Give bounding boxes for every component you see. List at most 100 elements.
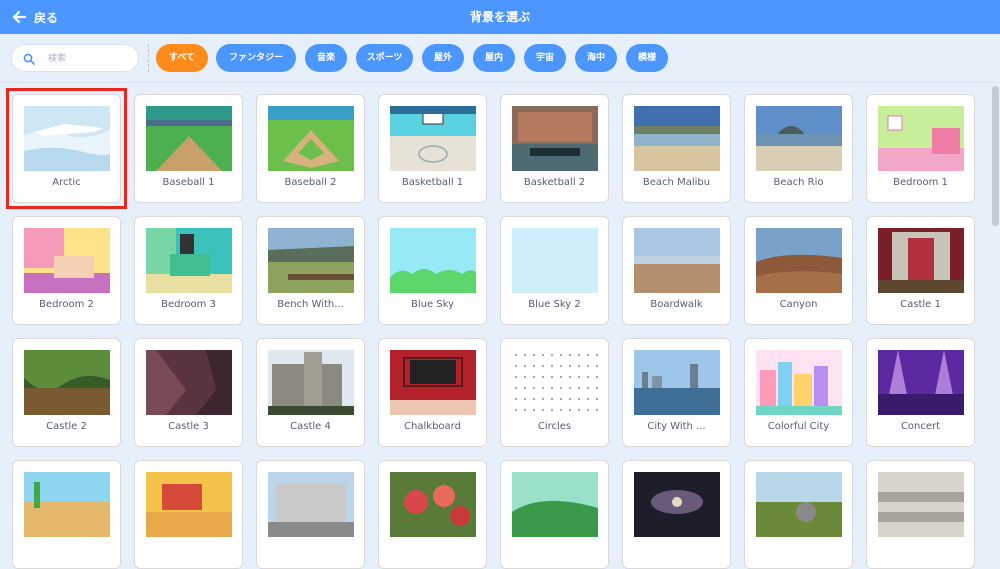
backdrop-thumbnail — [268, 106, 354, 171]
backdrop-thumbnail — [146, 228, 232, 293]
back-button[interactable]: 戻る — [12, 0, 58, 34]
backdrop-card[interactable] — [378, 460, 487, 569]
backdrop-card[interactable]: Chalkboard — [378, 338, 487, 447]
backdrop-card[interactable] — [500, 460, 609, 569]
backdrop-thumbnail — [24, 106, 110, 171]
backdrop-card[interactable]: City With ... — [622, 338, 731, 447]
backdrop-thumbnail — [634, 106, 720, 171]
backdrop-label: Circles — [537, 421, 572, 432]
backdrop-card[interactable] — [12, 460, 121, 569]
backdrop-thumbnail — [390, 228, 476, 293]
backdrop-card[interactable] — [622, 460, 731, 569]
backdrop-thumbnail — [756, 228, 842, 293]
backdrop-thumbnail — [878, 472, 964, 537]
backdrop-label: Chalkboard — [404, 421, 461, 432]
backdrop-label: City With ... — [647, 421, 706, 432]
backdrop-thumbnail — [146, 106, 232, 171]
backdrop-thumbnail — [512, 350, 598, 415]
backdrop-card[interactable]: Canyon — [744, 216, 853, 325]
backdrop-label: Beach Rio — [773, 177, 824, 188]
backdrop-card[interactable]: Circles — [500, 338, 609, 447]
backdrop-thumbnail — [634, 228, 720, 293]
tag-button[interactable]: すべて — [156, 44, 208, 72]
backdrop-card[interactable]: Castle 3 — [134, 338, 243, 447]
backdrop-card[interactable]: Beach Rio — [744, 94, 853, 203]
top-bar: 戻る 背景を選ぶ — [0, 0, 1000, 34]
backdrop-grid: Arctic Baseball 1 Baseball 2 Basketball 1 Ba… — [0, 83, 990, 569]
backdrop-thumbnail — [634, 350, 720, 415]
backdrop-card[interactable]: Castle 2 — [12, 338, 121, 447]
backdrop-card[interactable] — [256, 460, 365, 569]
backdrop-label: Castle 3 — [168, 421, 209, 432]
tag-button[interactable]: スポーツ — [356, 44, 413, 72]
backdrop-label: Beach Malibu — [642, 177, 711, 188]
backdrop-label: Baseball 1 — [162, 177, 215, 188]
backdrop-label: Boardwalk — [650, 299, 703, 310]
backdrop-label: Blue Sky — [410, 299, 454, 310]
backdrop-card[interactable]: Beach Malibu — [622, 94, 731, 203]
backdrop-thumbnail — [146, 472, 232, 537]
backdrop-card[interactable]: Bench With... — [256, 216, 365, 325]
backdrop-card[interactable]: Baseball 2 — [256, 94, 365, 203]
backdrop-thumbnail — [390, 350, 476, 415]
backdrop-thumbnail — [756, 350, 842, 415]
backdrop-label: Concert — [900, 421, 941, 432]
search-box[interactable] — [11, 44, 139, 72]
backdrop-thumbnail — [24, 472, 110, 537]
backdrop-card[interactable]: Colorful City — [744, 338, 853, 447]
tag-button[interactable]: 海中 — [575, 44, 617, 72]
backdrop-card[interactable]: Basketball 1 — [378, 94, 487, 203]
search-input[interactable] — [46, 49, 138, 69]
tag-button[interactable]: 屋内 — [473, 44, 515, 72]
backdrop-thumbnail — [512, 228, 598, 293]
arrow-left-icon — [12, 10, 26, 24]
filter-bar: すべてファンタジー音楽スポーツ屋外屋内宇宙海中模様 — [0, 34, 1000, 83]
backdrop-thumbnail — [512, 472, 598, 537]
backdrop-card[interactable]: Baseball 1 — [134, 94, 243, 203]
tag-button[interactable]: 宇宙 — [524, 44, 566, 72]
backdrop-label: Bedroom 3 — [161, 299, 216, 310]
backdrop-label: Basketball 1 — [401, 177, 464, 188]
tag-button[interactable]: ファンタジー — [216, 44, 296, 72]
backdrop-thumbnail — [878, 350, 964, 415]
backdrop-label: Basketball 2 — [523, 177, 586, 188]
backdrop-thumbnail — [268, 228, 354, 293]
backdrop-thumbnail — [390, 106, 476, 171]
backdrop-card[interactable] — [866, 460, 975, 569]
backdrop-label: Bedroom 1 — [893, 177, 948, 188]
backdrop-thumbnail — [878, 228, 964, 293]
backdrop-card[interactable]: Concert — [866, 338, 975, 447]
backdrop-card[interactable] — [134, 460, 243, 569]
backdrop-thumbnail — [634, 472, 720, 537]
filter-divider — [148, 44, 150, 72]
backdrop-thumbnail — [756, 472, 842, 537]
search-icon — [23, 53, 35, 65]
backdrop-label: Castle 1 — [900, 299, 941, 310]
backdrop-label: Baseball 2 — [284, 177, 337, 188]
backdrop-label: Bench With... — [277, 299, 344, 310]
backdrop-card[interactable]: Basketball 2 — [500, 94, 609, 203]
backdrop-card[interactable]: Blue Sky 2 — [500, 216, 609, 325]
tag-button[interactable]: 模様 — [626, 44, 668, 72]
scrollbar-thumb[interactable] — [992, 86, 999, 226]
backdrop-thumbnail — [878, 106, 964, 171]
backdrop-label: Blue Sky 2 — [528, 299, 581, 310]
backdrop-thumbnail — [146, 350, 232, 415]
backdrop-card[interactable]: Blue Sky — [378, 216, 487, 325]
backdrop-card[interactable]: Arctic — [12, 94, 121, 203]
backdrop-thumbnail — [512, 106, 598, 171]
backdrop-label: Castle 4 — [290, 421, 331, 432]
tag-button[interactable]: 音楽 — [305, 44, 347, 72]
backdrop-thumbnail — [24, 350, 110, 415]
backdrop-card[interactable]: Castle 1 — [866, 216, 975, 325]
backdrop-card[interactable]: Castle 4 — [256, 338, 365, 447]
backdrop-card[interactable]: Bedroom 2 — [12, 216, 121, 325]
backdrop-card[interactable]: Boardwalk — [622, 216, 731, 325]
backdrop-card[interactable]: Bedroom 3 — [134, 216, 243, 325]
backdrop-label: Castle 2 — [46, 421, 87, 432]
backdrop-card[interactable]: Bedroom 1 — [866, 94, 975, 203]
backdrop-card[interactable] — [744, 460, 853, 569]
backdrop-label: Canyon — [779, 299, 818, 310]
tag-button[interactable]: 屋外 — [422, 44, 464, 72]
backdrop-thumbnail — [24, 228, 110, 293]
